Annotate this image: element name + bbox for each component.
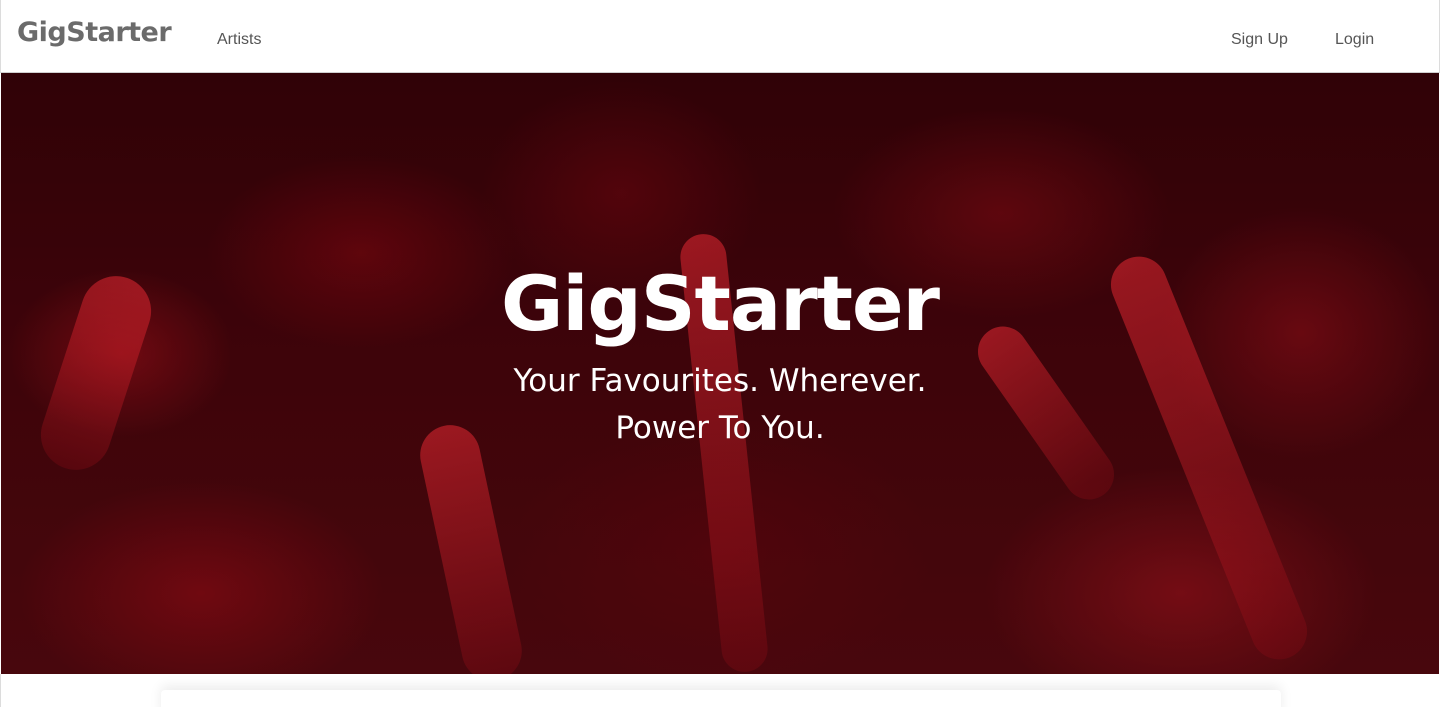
content-card	[161, 690, 1281, 707]
nav-link-artists[interactable]: Artists	[217, 31, 261, 49]
nav-link-sign-up[interactable]: Sign Up	[1231, 31, 1288, 49]
nav-link-login[interactable]: Login	[1335, 31, 1374, 49]
top-navbar: GigStarter Artists Sign Up Login	[0, 0, 1440, 73]
hero-banner: GigStarter Your Favourites. Wherever. Po…	[1, 73, 1439, 674]
hero-tagline-line-2: Power To You.	[615, 410, 825, 446]
hero-tagline-line-1: Your Favourites. Wherever.	[513, 363, 927, 399]
crowd-hand-decoration	[414, 419, 528, 674]
hero-title: GigStarter	[500, 259, 940, 348]
below-fold-section	[0, 674, 1440, 707]
brand-logo[interactable]: GigStarter	[17, 17, 172, 48]
